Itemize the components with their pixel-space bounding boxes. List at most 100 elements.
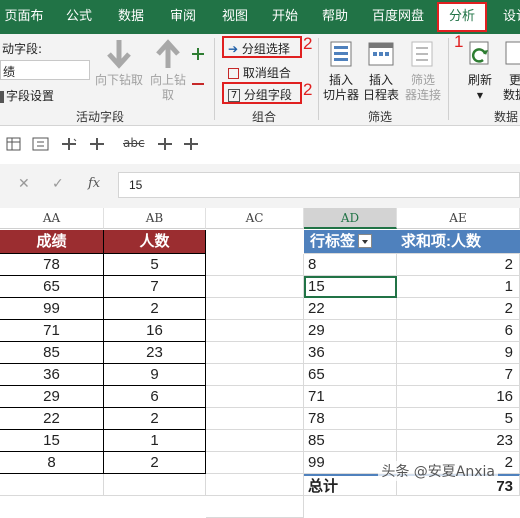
table-grid-icon[interactable] [6, 136, 22, 152]
table-header-score[interactable]: 成绩 [0, 230, 104, 254]
pivot-row-label-selected[interactable]: 15 [304, 276, 397, 298]
pivot-value[interactable]: 23 [397, 430, 520, 452]
tab-design[interactable]: 设计 [496, 0, 520, 34]
table-cell-count[interactable]: 6 [104, 386, 206, 408]
pivot-row-label[interactable]: 65 [304, 364, 397, 386]
pivot-value[interactable]: 5 [397, 408, 520, 430]
table-cell-count[interactable]: 2 [104, 408, 206, 430]
tab-data[interactable]: 数据 [112, 0, 150, 34]
pivot-row-label[interactable]: 8 [304, 254, 397, 276]
pivot-row-label[interactable]: 78 [304, 408, 397, 430]
table-cell-count[interactable]: 2 [104, 298, 206, 320]
pivot-value[interactable]: 2 [397, 254, 520, 276]
tab-home[interactable]: 开始 [266, 0, 304, 34]
tab-view[interactable]: 视图 [216, 0, 254, 34]
empty-cell[interactable] [206, 364, 304, 386]
group-label-group: 组合 [251, 110, 276, 124]
pivot-value[interactable]: 16 [397, 386, 520, 408]
empty-cell[interactable] [206, 342, 304, 364]
expand-collapse-icon[interactable] [189, 44, 207, 98]
function-icon[interactable]: fx [88, 176, 100, 191]
table-cell-score[interactable]: 99 [0, 298, 104, 320]
pivot-sum-header[interactable]: 求和项:人数 [397, 230, 520, 254]
table-cell-score[interactable]: 78 [0, 254, 104, 276]
tab-analyze[interactable]: 分析 [437, 2, 487, 32]
empty-cell[interactable] [206, 430, 304, 452]
table-cell-count[interactable]: 23 [104, 342, 206, 364]
confirm-icon[interactable]: ✓ [52, 176, 64, 192]
field-settings-button[interactable]: 字段设置 [0, 87, 54, 104]
table-cell-count[interactable]: 7 [104, 276, 206, 298]
table-cell-count[interactable]: 9 [104, 364, 206, 386]
drill-up-button[interactable]: 向上钻 取 [146, 38, 190, 104]
tab-formulas[interactable]: 公式 [60, 0, 98, 34]
table-cell-score[interactable]: 71 [0, 320, 104, 342]
insert-timeline-label-2: 日程表 [362, 88, 399, 102]
grid-lines-2-icon[interactable] [88, 136, 106, 152]
filter-connections-button[interactable]: 筛选 器连接 [402, 38, 444, 103]
filter-dropdown-icon[interactable] [358, 234, 373, 249]
group-separator [448, 38, 449, 120]
table-cell-score[interactable]: 22 [0, 408, 104, 430]
grid-lines-icon[interactable] [60, 136, 78, 152]
insert-column-icon[interactable] [182, 136, 200, 152]
column-header-ac[interactable]: AC [206, 208, 304, 229]
insert-timeline-button[interactable]: 插入 日程表 [362, 38, 400, 103]
empty-cell[interactable] [206, 276, 304, 298]
table-header-count[interactable]: 人数 [104, 230, 206, 254]
empty-cell[interactable] [206, 254, 304, 276]
drill-down-button[interactable]: 向下钻取 [94, 38, 144, 104]
empty-cell[interactable] [206, 452, 304, 474]
insert-slicer-button[interactable]: 插入 切片器 [322, 38, 360, 103]
ungroup-label: 取消组合 [242, 66, 291, 80]
pivot-row-label-header[interactable]: 行标签 [304, 230, 397, 254]
empty-cell[interactable] [0, 474, 104, 496]
table-cell-count[interactable]: 5 [104, 254, 206, 276]
table-cell-count[interactable]: 16 [104, 320, 206, 342]
merge-cells-icon[interactable] [32, 136, 50, 152]
column-header-ad[interactable]: AD [304, 208, 397, 229]
pivot-row-label[interactable]: 29 [304, 320, 397, 342]
pivot-row-label[interactable]: 85 [304, 430, 397, 452]
tab-baidu-netdisk[interactable]: 百度网盘 [368, 0, 428, 34]
empty-cell[interactable] [206, 408, 304, 430]
pivot-value[interactable]: 7 [397, 364, 520, 386]
table-cell-score[interactable]: 85 [0, 342, 104, 364]
formula-input[interactable]: 15 [118, 172, 520, 198]
table-cell-count[interactable]: 1 [104, 430, 206, 452]
column-header-ae[interactable]: AE [397, 208, 520, 229]
empty-cell[interactable] [206, 298, 304, 320]
pivot-value[interactable]: 9 [397, 342, 520, 364]
empty-cell[interactable] [104, 474, 206, 496]
column-header-ab[interactable]: AB [104, 208, 206, 229]
pivot-row-label[interactable]: 22 [304, 298, 397, 320]
empty-cell[interactable] [206, 496, 304, 518]
strikethrough-icon[interactable]: abc [123, 136, 145, 150]
pivot-value[interactable]: 2 [397, 298, 520, 320]
tab-review[interactable]: 审阅 [164, 0, 202, 34]
active-field-input[interactable]: 绩 [0, 60, 90, 80]
pivot-value[interactable]: 6 [397, 320, 520, 342]
pivot-row-label[interactable]: 36 [304, 342, 397, 364]
table-cell-count[interactable]: 2 [104, 452, 206, 474]
table-cell-score[interactable]: 15 [0, 430, 104, 452]
cancel-icon[interactable]: ✕ [18, 176, 30, 192]
empty-cell[interactable] [206, 386, 304, 408]
insert-slicer-label-1: 插入 [328, 73, 353, 87]
insert-row-icon[interactable] [156, 136, 174, 152]
pivot-value[interactable]: 1 [397, 276, 520, 298]
empty-cell[interactable] [206, 474, 304, 496]
column-header-aa[interactable]: AA [0, 208, 104, 229]
refresh-button[interactable]: 刷新 ▼ [462, 40, 498, 103]
empty-cell[interactable] [206, 320, 304, 342]
tab-help[interactable]: 帮助 [316, 0, 354, 34]
table-cell-score[interactable]: 8 [0, 452, 104, 474]
pivot-row-label[interactable]: 71 [304, 386, 397, 408]
change-data-source-button[interactable]: 更 数据 [500, 40, 520, 103]
tab-page-layout[interactable]: 页面布局 [0, 0, 48, 58]
ungroup-button[interactable]: 取消组合 [228, 64, 291, 81]
table-cell-score[interactable]: 36 [0, 364, 104, 386]
quick-access-toolbar: abc [0, 126, 520, 164]
table-cell-score[interactable]: 29 [0, 386, 104, 408]
table-cell-score[interactable]: 65 [0, 276, 104, 298]
